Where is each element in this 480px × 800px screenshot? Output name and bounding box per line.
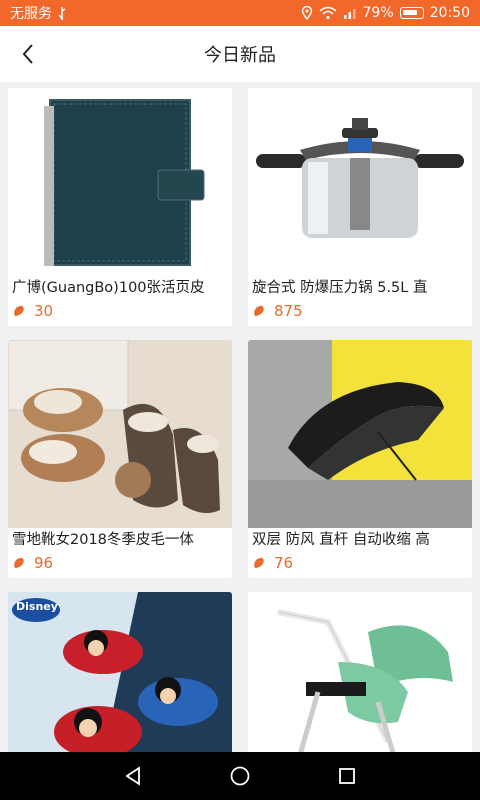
price-coin-icon bbox=[14, 557, 24, 568]
product-image-pressure-cooker bbox=[248, 88, 472, 276]
product-name: 旋合式 防爆压力锅 5.5L 直 bbox=[252, 280, 428, 296]
product-name: 广博(GuangBo)100张活页皮 bbox=[12, 280, 205, 296]
triangle-back-icon bbox=[125, 766, 141, 786]
disney-logo: Disney bbox=[16, 600, 58, 613]
clock: 20:50 bbox=[429, 5, 470, 21]
circle-home-icon bbox=[230, 766, 250, 786]
back-button[interactable] bbox=[10, 36, 46, 72]
app-header: 今日新品 bbox=[0, 26, 480, 82]
price-row: 96 bbox=[8, 552, 232, 574]
price-coin-icon bbox=[254, 557, 264, 568]
system-nav-bar bbox=[0, 752, 480, 800]
signal-icon bbox=[343, 9, 356, 19]
price-coin-icon bbox=[14, 305, 24, 316]
battery-percent: 79% bbox=[362, 5, 394, 21]
location-icon bbox=[301, 6, 312, 20]
product-image-umbrella bbox=[248, 340, 472, 528]
product-card[interactable]: 双层 防风 直杆 自动收缩 高 76 bbox=[248, 340, 472, 578]
product-name: 雪地靴女2018冬季皮毛一体 bbox=[12, 532, 194, 548]
nav-recents-button[interactable] bbox=[327, 756, 367, 796]
nav-back-button[interactable] bbox=[113, 756, 153, 796]
product-image-snow-boots bbox=[8, 340, 232, 528]
price-row: 76 bbox=[248, 552, 472, 574]
carrier-text: 无服务 bbox=[10, 6, 52, 22]
price-coin-icon bbox=[254, 305, 264, 316]
price-row: 30 bbox=[8, 300, 232, 322]
product-name: 双层 防风 直杆 自动收缩 高 bbox=[252, 532, 430, 548]
status-bar: 无服务 79% 20:50 bbox=[0, 0, 480, 26]
page-title: 今日新品 bbox=[204, 45, 276, 66]
product-price: 96 bbox=[34, 554, 54, 572]
nav-home-button[interactable] bbox=[220, 756, 260, 796]
product-card[interactable]: 旋合式 防爆压力锅 5.5L 直 875 bbox=[248, 88, 472, 326]
price-row: 875 bbox=[248, 300, 472, 322]
product-price: 875 bbox=[274, 302, 303, 320]
product-card[interactable]: 雪地靴女2018冬季皮毛一体 96 bbox=[8, 340, 232, 578]
battery-icon bbox=[399, 7, 424, 19]
product-card[interactable]: 广博(GuangBo)100张活页皮 30 bbox=[8, 88, 232, 326]
product-price: 30 bbox=[34, 302, 54, 320]
chevron-left-icon bbox=[22, 44, 33, 64]
product-price: 76 bbox=[274, 554, 294, 572]
usb-icon bbox=[58, 7, 66, 20]
wifi-icon bbox=[319, 6, 337, 20]
square-recents-icon bbox=[338, 768, 355, 784]
product-image-notebook bbox=[8, 88, 232, 276]
